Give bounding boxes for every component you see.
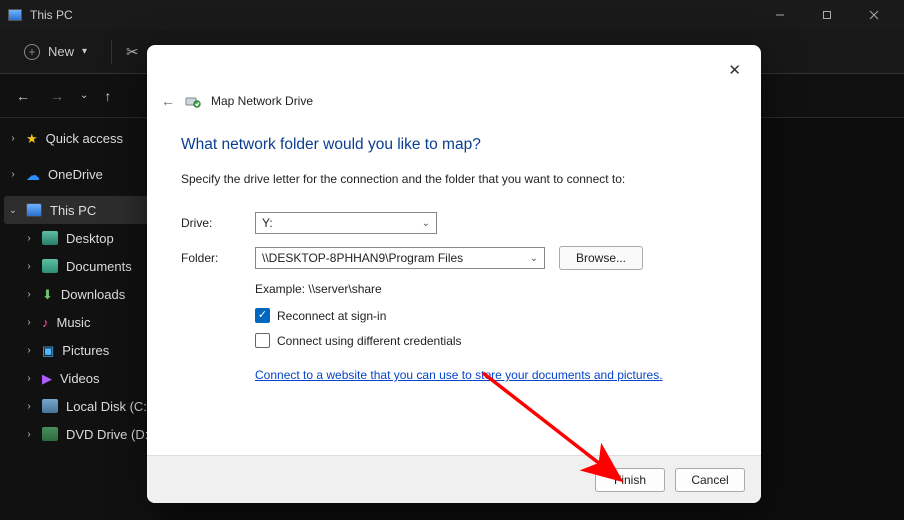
reconnect-checkbox[interactable] <box>255 308 270 323</box>
chevron-right-icon[interactable]: › <box>24 373 34 384</box>
dialog-close-button[interactable]: ✕ <box>722 55 747 85</box>
cancel-label: Cancel <box>691 473 728 487</box>
drive-value: Y: <box>262 216 273 230</box>
alt-credentials-label: Connect using different credentials <box>277 334 462 348</box>
chevron-right-icon[interactable]: › <box>24 233 34 244</box>
star-icon: ★ <box>26 131 38 145</box>
disk-icon <box>42 399 58 413</box>
sidebar-item-videos[interactable]: › ▶ Videos <box>0 364 160 392</box>
drive-row: Drive: Y: ⌄ <box>181 212 727 234</box>
plus-icon: + <box>24 44 40 60</box>
drive-label: Drive: <box>181 216 255 230</box>
desktop-icon <box>42 231 58 245</box>
dialog-title-row: ← Map Network Drive <box>147 89 761 118</box>
this-pc-icon <box>8 9 22 21</box>
window-title: This PC <box>30 8 73 22</box>
reconnect-checkbox-row[interactable]: Reconnect at sign-in <box>255 308 727 323</box>
alt-credentials-checkbox-row[interactable]: Connect using different credentials <box>255 333 727 348</box>
sidebar-item-music[interactable]: › ♪ Music <box>0 308 160 336</box>
videos-icon: ▶ <box>42 371 52 385</box>
folder-combobox[interactable]: \\DESKTOP-8PHHAN9\Program Files ⌄ <box>255 247 545 269</box>
example-text: Example: \\server\share <box>255 282 727 296</box>
sidebar-item-dvd-drive[interactable]: › DVD Drive (D:) <box>0 420 160 448</box>
new-label: New <box>48 44 74 59</box>
documents-icon <box>42 259 58 273</box>
sidebar-item-this-pc[interactable]: ⌄ This PC <box>4 196 156 224</box>
chevron-right-icon[interactable]: › <box>24 345 34 356</box>
window-titlebar: This PC <box>0 0 904 30</box>
navigation-pane: › ★ Quick access › ☁ OneDrive ⌄ This PC … <box>0 118 160 520</box>
new-button[interactable]: + New ▾ <box>14 40 97 64</box>
chevron-right-icon[interactable]: › <box>8 133 18 144</box>
nav-forward-button[interactable]: → <box>46 84 68 108</box>
cloud-icon: ☁ <box>26 167 40 181</box>
sidebar-item-pictures[interactable]: › ▣ Pictures <box>0 336 160 364</box>
sidebar-item-documents[interactable]: › Documents <box>0 252 160 280</box>
wizard-back-button[interactable]: ← <box>161 93 175 109</box>
cut-icon[interactable]: ✂ <box>126 43 139 61</box>
maximize-button[interactable] <box>804 0 849 30</box>
chevron-right-icon[interactable]: › <box>24 289 34 300</box>
chevron-right-icon[interactable]: › <box>24 429 34 440</box>
sidebar-item-downloads[interactable]: › ⬇ Downloads <box>0 280 160 308</box>
music-icon: ♪ <box>42 315 49 329</box>
network-drive-icon <box>185 93 201 109</box>
sidebar-item-label: DVD Drive (D:) <box>66 427 153 442</box>
sidebar-item-label: Local Disk (C:) <box>66 399 151 414</box>
chevron-right-icon[interactable]: › <box>24 261 34 272</box>
sidebar-item-label: Desktop <box>66 231 114 246</box>
sidebar-item-desktop[interactable]: › Desktop <box>0 224 160 252</box>
chevron-right-icon[interactable]: › <box>24 401 34 412</box>
sidebar-item-label: This PC <box>50 203 96 218</box>
map-network-drive-dialog: ✕ ← Map Network Drive What network folde… <box>147 45 761 503</box>
dialog-header: ✕ <box>147 45 761 89</box>
reconnect-label: Reconnect at sign-in <box>277 309 386 323</box>
dialog-footer: Finish Cancel <box>147 455 761 503</box>
sidebar-item-local-disk[interactable]: › Local Disk (C:) <box>0 392 160 420</box>
window-controls <box>757 0 896 30</box>
sidebar-item-label: OneDrive <box>48 167 103 182</box>
sidebar-item-label: Pictures <box>62 343 109 358</box>
nav-up-button[interactable]: ↑ <box>100 84 115 108</box>
pictures-icon: ▣ <box>42 343 54 357</box>
nav-recent-button[interactable]: ⌄ <box>80 90 88 101</box>
sidebar-item-label: Downloads <box>61 287 125 302</box>
cancel-button[interactable]: Cancel <box>675 468 745 492</box>
folder-label: Folder: <box>181 251 255 265</box>
sidebar-item-onedrive[interactable]: › ☁ OneDrive <box>0 160 160 188</box>
browse-label: Browse... <box>576 251 626 265</box>
chevron-down-icon: ▾ <box>82 46 87 57</box>
store-documents-link[interactable]: Connect to a website that you can use to… <box>255 368 663 382</box>
alt-credentials-checkbox[interactable] <box>255 333 270 348</box>
dvd-icon <box>42 427 58 441</box>
browse-button[interactable]: Browse... <box>559 246 643 270</box>
minimize-button[interactable] <box>757 0 802 30</box>
finish-label: Finish <box>614 473 646 487</box>
close-button[interactable] <box>851 0 896 30</box>
folder-value: \\DESKTOP-8PHHAN9\Program Files <box>262 251 463 265</box>
chevron-down-icon: ⌄ <box>530 253 538 264</box>
chevron-right-icon[interactable]: › <box>24 317 34 328</box>
sidebar-item-label: Music <box>57 315 91 330</box>
chevron-right-icon[interactable]: › <box>8 169 18 180</box>
dialog-heading: What network folder would you like to ma… <box>181 136 727 154</box>
chevron-down-icon[interactable]: ⌄ <box>8 205 18 216</box>
nav-back-button[interactable]: ← <box>12 84 34 108</box>
divider <box>111 40 112 64</box>
dialog-body: What network folder would you like to ma… <box>147 118 761 455</box>
finish-button[interactable]: Finish <box>595 468 665 492</box>
sidebar-item-label: Videos <box>60 371 100 386</box>
folder-row: Folder: \\DESKTOP-8PHHAN9\Program Files … <box>181 246 727 270</box>
dialog-instruction: Specify the drive letter for the connect… <box>181 172 727 186</box>
sidebar-item-label: Documents <box>66 259 132 274</box>
dialog-title: Map Network Drive <box>211 94 313 108</box>
downloads-icon: ⬇ <box>42 287 53 301</box>
sidebar-item-quick-access[interactable]: › ★ Quick access <box>0 124 160 152</box>
sidebar-item-label: Quick access <box>46 131 123 146</box>
chevron-down-icon: ⌄ <box>422 218 430 229</box>
drive-combobox[interactable]: Y: ⌄ <box>255 212 437 234</box>
this-pc-icon <box>26 203 42 217</box>
